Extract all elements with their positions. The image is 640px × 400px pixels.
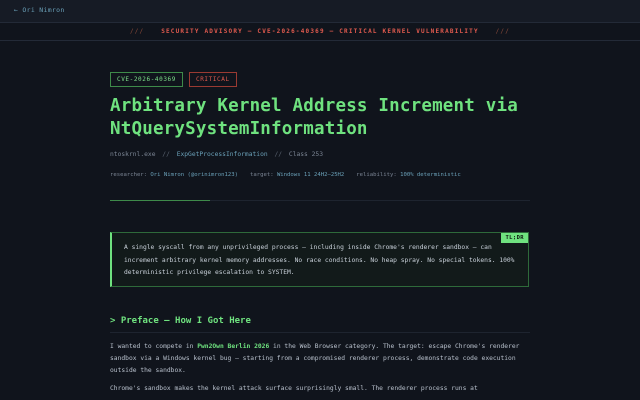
page-title: Arbitrary Kernel Address Increment via N… [110,96,518,139]
function-name: ExpGetProcessInformation [176,151,268,158]
path-separator: // [274,151,283,158]
target-value: Windows 11 24H2–25H2 [276,172,345,178]
paragraph-text: I wanted to compete in [110,343,198,350]
severity-badge: CRITICAL [188,72,237,87]
section-divider [110,332,530,333]
back-link[interactable]: ← Ori Nimron [14,6,65,14]
header-divider-accent [110,200,210,201]
researcher-value[interactable]: Ori Nimron (@orinimron123) [150,172,238,178]
info-class: Class 253 [288,151,323,158]
section-heading-preface: > Preface — How I Got Here [110,316,251,326]
metadata-row: researcher: Ori Nimron (@orinimron123) t… [110,172,461,178]
reliability-label: reliability: [356,172,397,178]
preface-paragraph-1: I wanted to compete in Pwn2Own Berlin 20… [110,341,530,377]
advisory-right-decoration: /// [495,28,511,35]
cve-badge: CVE-2026-40369 [110,72,183,87]
path-separator: // [162,151,170,158]
target-meta: target: Windows 11 24H2–25H2 [250,172,344,178]
advisory-left-decoration: /// [129,28,145,35]
code-path: ntoskrnl.exe // ExpGetProcessInformation… [110,151,323,158]
module-name: ntoskrnl.exe [110,151,156,158]
reliability-value: 100% deterministic [400,172,461,178]
preface-paragraph-2: Chrome's sandbox makes the kernel attack… [110,385,478,392]
researcher-label: researcher: [110,172,148,178]
reliability-meta: reliability: 100% deterministic [356,172,460,178]
event-highlight: Pwn2Own Berlin 2026 [197,343,270,350]
badge-row: CVE-2026-40369 CRITICAL [110,72,237,87]
advisory-banner: /// SECURITY ADVISORY — CVE-2026-40369 —… [0,23,640,41]
tldr-box: TL;DR A single syscall from any unprivil… [110,232,529,287]
target-label: target: [249,172,274,178]
header-divider [210,200,530,201]
advisory-text: SECURITY ADVISORY — CVE-2026-40369 — CRI… [161,28,479,35]
tldr-text: A single syscall from any unprivileged p… [124,244,515,276]
top-nav-bar: ← Ori Nimron [0,0,640,23]
researcher-meta: researcher: Ori Nimron (@orinimron123) [110,172,238,178]
